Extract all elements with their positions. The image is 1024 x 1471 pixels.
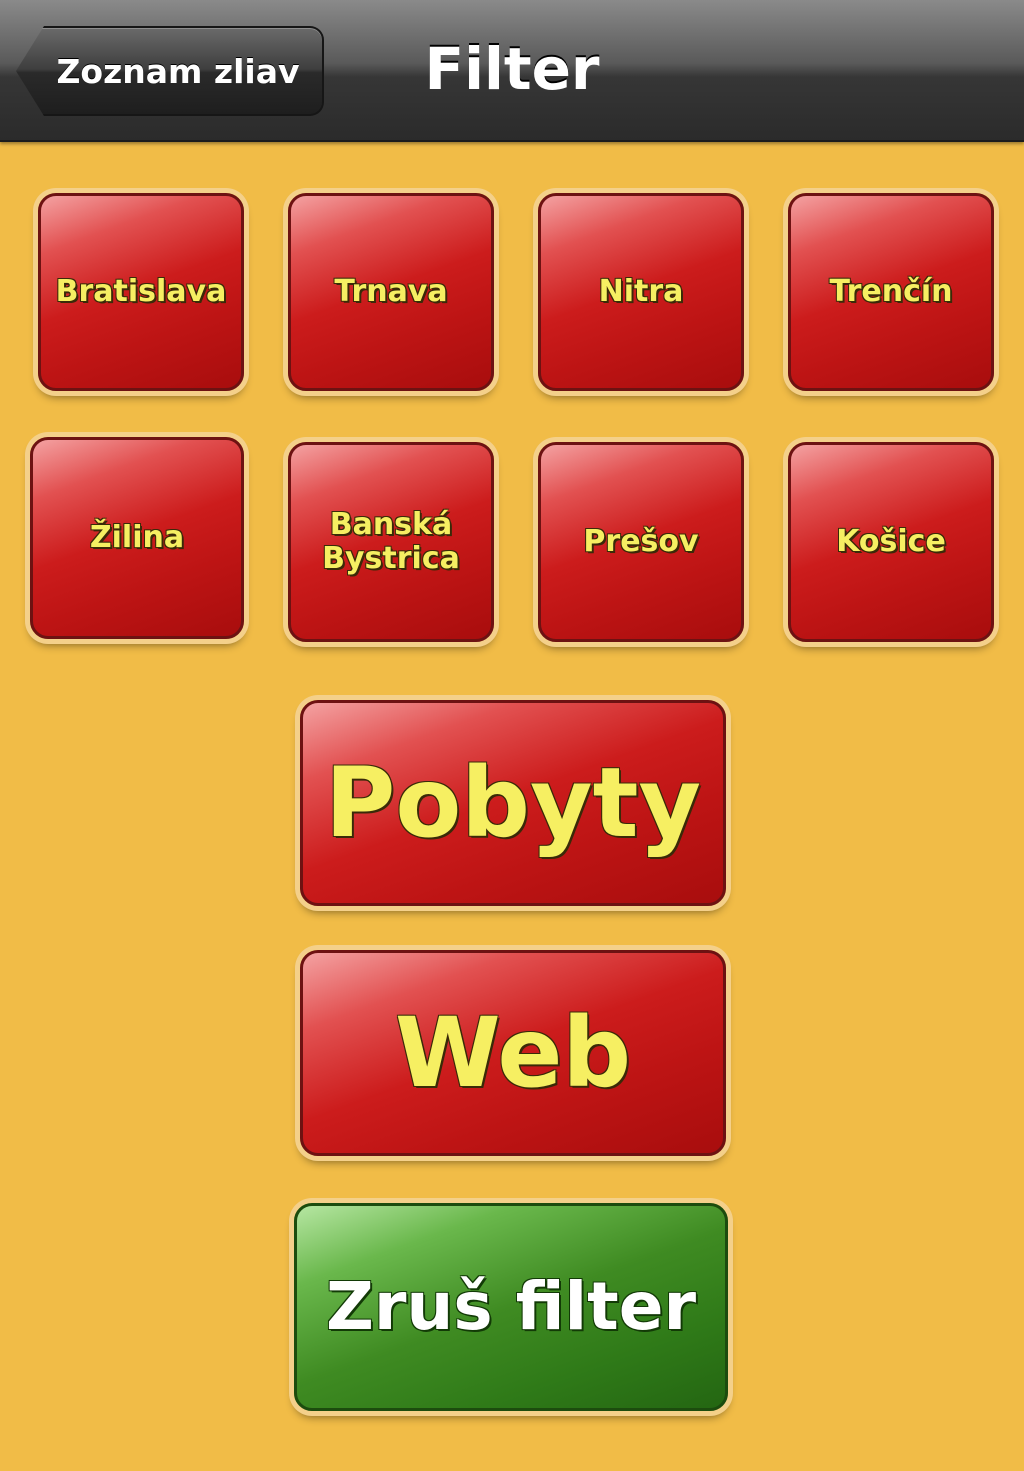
region-label: Trnava [334, 273, 448, 309]
region-button-kosice[interactable]: Košice [788, 442, 994, 642]
region-button-zilina[interactable]: Žilina [30, 437, 244, 639]
back-button[interactable]: Zoznam zliav [16, 26, 324, 116]
back-button-label: Zoznam zliav [56, 51, 300, 91]
region-button-trencin[interactable]: Trenčín [788, 193, 994, 391]
pobyty-button-label: Pobyty [324, 746, 702, 859]
region-button-nitra[interactable]: Nitra [538, 193, 744, 391]
region-label: Nitra [598, 273, 684, 309]
region-button-bratislava[interactable]: Bratislava [38, 193, 244, 391]
clear-filter-button-label: Zruš filter [325, 1268, 697, 1346]
web-button-label: Web [394, 996, 632, 1109]
pobyty-button[interactable]: Pobyty [300, 700, 726, 906]
page-title: Filter [424, 35, 600, 103]
region-label: Trenčín [829, 273, 953, 309]
region-label: Bratislava [55, 273, 227, 309]
region-label: Banská Bystrica [322, 506, 460, 576]
region-button-trnava[interactable]: Trnava [288, 193, 494, 391]
region-button-presov[interactable]: Prešov [538, 442, 744, 642]
region-label: Žilina [89, 519, 185, 555]
navigation-bar: Zoznam zliav Filter [0, 0, 1024, 142]
web-button[interactable]: Web [300, 950, 726, 1156]
region-label: Košice [836, 523, 946, 559]
region-label: Prešov [583, 523, 699, 559]
clear-filter-button[interactable]: Zruš filter [294, 1203, 728, 1411]
region-button-banska-bystrica[interactable]: Banská Bystrica [288, 442, 494, 642]
